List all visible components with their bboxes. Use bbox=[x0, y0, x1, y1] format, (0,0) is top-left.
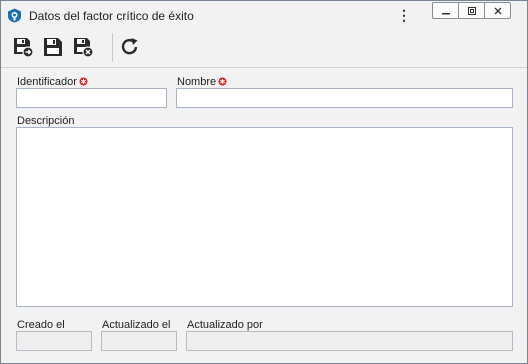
window-controls bbox=[432, 2, 511, 19]
dialog-window: Datos del factor crítico de éxito ⋮ Iden… bbox=[0, 0, 528, 364]
toolbar bbox=[1, 29, 527, 68]
creado-field bbox=[16, 331, 92, 351]
restore-button[interactable] bbox=[459, 3, 485, 18]
save-and-new-icon bbox=[14, 38, 34, 58]
required-icon bbox=[79, 77, 88, 86]
refresh-icon bbox=[121, 38, 138, 55]
save-icon bbox=[44, 38, 62, 56]
save-and-new-button[interactable] bbox=[11, 35, 35, 59]
identificador-label: Identificador bbox=[17, 76, 88, 88]
required-icon bbox=[218, 77, 227, 86]
identificador-label-text: Identificador bbox=[17, 76, 77, 88]
window-title: Datos del factor crítico de éxito bbox=[29, 9, 194, 23]
close-button[interactable] bbox=[485, 3, 510, 18]
descripcion-label: Descripción bbox=[17, 115, 75, 127]
form-area: Identificador Nombre Descripción Creado … bbox=[1, 68, 527, 363]
nombre-label: Nombre bbox=[177, 76, 227, 88]
app-logo-icon bbox=[8, 8, 21, 23]
save-button[interactable] bbox=[41, 35, 65, 59]
more-options-icon[interactable]: ⋮ bbox=[397, 6, 411, 24]
actualizado-el-field bbox=[101, 331, 177, 351]
nombre-label-text: Nombre bbox=[177, 76, 217, 88]
identificador-input[interactable] bbox=[16, 88, 167, 108]
save-and-close-icon bbox=[74, 38, 94, 58]
minimize-icon bbox=[441, 12, 450, 14]
descripcion-textarea[interactable] bbox=[16, 127, 513, 307]
close-icon bbox=[494, 7, 501, 14]
save-and-close-button[interactable] bbox=[71, 35, 95, 59]
toolbar-divider bbox=[112, 33, 113, 62]
actualizado-por-field bbox=[186, 331, 513, 351]
actualizado-el-label: Actualizado el bbox=[102, 319, 171, 331]
title-bar: Datos del factor crítico de éxito ⋮ bbox=[1, 1, 527, 29]
actualizado-por-label: Actualizado por bbox=[187, 319, 263, 331]
creado-label: Creado el bbox=[17, 319, 65, 331]
nombre-input[interactable] bbox=[176, 88, 513, 108]
refresh-button[interactable] bbox=[118, 35, 142, 59]
minimize-button[interactable] bbox=[433, 3, 459, 18]
restore-icon bbox=[467, 6, 476, 15]
